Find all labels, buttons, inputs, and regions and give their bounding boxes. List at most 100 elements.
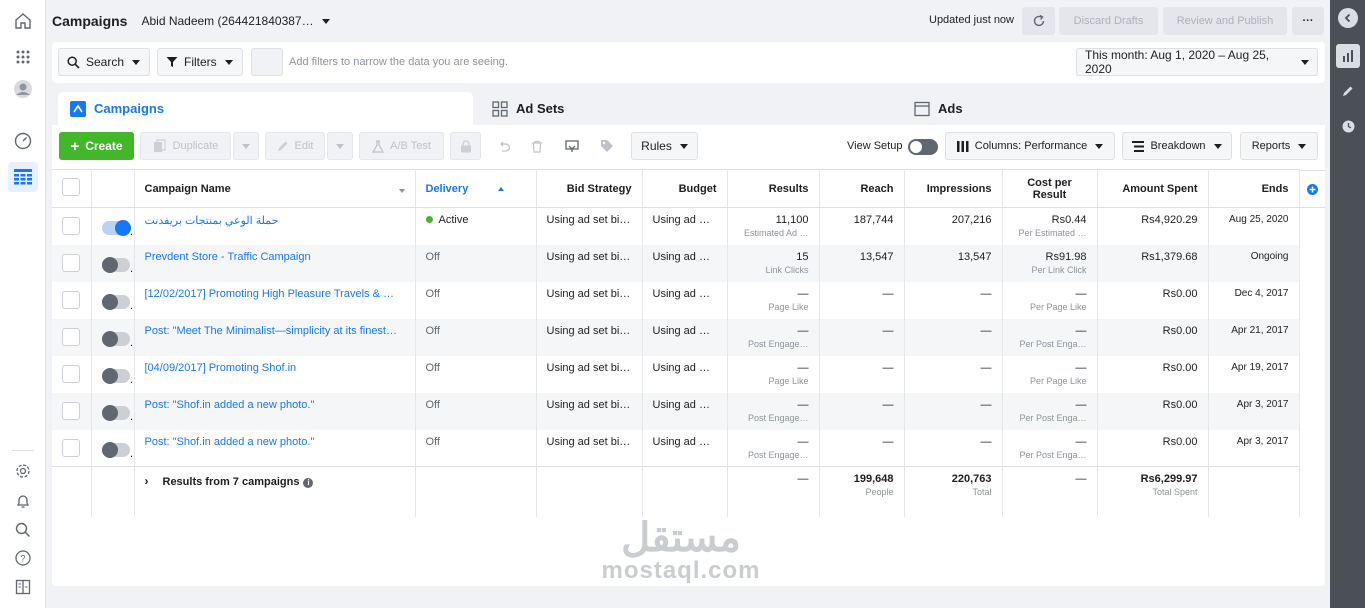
campaign-name-link[interactable]: Post: "Shof.in added a new photo." <box>145 436 315 448</box>
table-row[interactable]: حملة الوعي بمنتجات بريفدنت Active Using ad… <box>52 207 1300 245</box>
undo-button[interactable] <box>489 132 519 160</box>
trash-icon <box>532 140 542 153</box>
table-row[interactable]: [12/02/2017] Promoting High Pleasure Tra… <box>52 281 1300 319</box>
row-checkbox[interactable] <box>62 217 80 235</box>
edit-label: Edit <box>294 140 314 152</box>
preview-button[interactable] <box>557 132 587 160</box>
ab-test-button[interactable]: A/B Test <box>359 132 444 160</box>
collapse-panel-button[interactable] <box>1338 8 1358 28</box>
help-icon[interactable]: ? <box>8 543 38 573</box>
more-options-button[interactable]: ··· <box>1292 7 1324 35</box>
row-select-cell <box>52 207 92 245</box>
select-all-checkbox[interactable] <box>62 178 80 196</box>
row-checkbox[interactable] <box>62 401 80 420</box>
results-cell: — Page Like <box>727 355 820 393</box>
tab-ads[interactable]: Ads <box>902 92 1318 125</box>
campaign-name-link[interactable]: حملة الوعي بمنتجات بريفدنت <box>145 215 279 227</box>
view-setup-toggle[interactable] <box>908 139 938 155</box>
info-icon[interactable]: i <box>303 478 314 488</box>
history-panel-button[interactable] <box>1336 114 1360 138</box>
column-header-results[interactable]: Results <box>727 169 820 208</box>
duplicate-dropdown[interactable] <box>233 132 259 160</box>
edit-panel-button[interactable] <box>1336 79 1360 103</box>
campaign-on-off-toggle[interactable] <box>101 367 130 384</box>
results-value: 15 <box>796 250 809 263</box>
side-panel-toggle-icon[interactable] <box>8 572 38 602</box>
breakdown-button[interactable]: Breakdown <box>1122 132 1232 160</box>
chart-panel-button[interactable] <box>1336 44 1360 68</box>
row-checkbox[interactable] <box>62 364 80 383</box>
campaign-on-off-toggle[interactable] <box>101 441 130 458</box>
row-checkbox[interactable] <box>62 253 80 272</box>
campaign-on-off-toggle[interactable] <box>101 256 130 273</box>
chevron-right-icon[interactable]: › <box>145 474 149 488</box>
table-row[interactable]: Prevdent Store - Traffic Campaign Off Usin… <box>52 244 1300 282</box>
rules-button[interactable]: Rules <box>631 132 698 160</box>
column-header-campaign-name[interactable]: Campaign Name <box>134 169 416 208</box>
column-header-impressions[interactable]: Impressions <box>904 169 1003 208</box>
campaign-name-link[interactable]: [04/09/2017] Promoting Shof.in <box>145 362 297 374</box>
tab-ads-label: Ads <box>938 101 963 116</box>
home-icon[interactable] <box>8 6 38 36</box>
reach-cell: — <box>819 318 905 356</box>
campaign-on-off-toggle[interactable] <box>101 293 130 310</box>
reports-button[interactable]: Reports <box>1240 132 1318 160</box>
column-header-budget[interactable]: Budget <box>642 169 728 208</box>
ads-manager-table-icon[interactable] <box>8 162 38 192</box>
search-button[interactable]: Search <box>58 48 150 76</box>
campaign-name-cell: [04/09/2017] Promoting Shof.in <box>134 355 416 393</box>
table-row[interactable]: [04/09/2017] Promoting Shof.in Off Using a… <box>52 355 1300 393</box>
campaign-name-link[interactable]: Prevdent Store - Traffic Campaign <box>145 251 311 263</box>
date-range-picker[interactable]: This month: Aug 1, 2020 – Aug 25, 2020 <box>1076 48 1318 76</box>
table-row[interactable]: Post: "Shof.in added a new photo." Off Usi… <box>52 429 1300 467</box>
tag-button[interactable] <box>592 132 622 160</box>
table-row[interactable]: Post: "Meet The Minimalist—simplicity at… <box>52 318 1300 356</box>
discard-drafts-button[interactable]: Discard Drafts <box>1059 7 1158 35</box>
search-icon[interactable] <box>8 515 38 545</box>
totals-spacer <box>536 466 643 517</box>
campaign-name-link[interactable]: Post: "Meet The Minimalist—simplicity at… <box>145 325 398 337</box>
add-circle-icon <box>1306 183 1318 195</box>
table-row[interactable]: Post: "Shof.in added a new photo." Off Usi… <box>52 392 1300 430</box>
campaign-name-link[interactable]: Post: "Shof.in added a new photo." <box>145 399 315 411</box>
delete-button[interactable] <box>522 132 552 160</box>
campaign-on-off-toggle[interactable] <box>101 404 130 421</box>
column-header-reach[interactable]: Reach <box>819 169 905 208</box>
edit-dropdown[interactable] <box>327 132 353 160</box>
row-checkbox[interactable] <box>62 290 80 309</box>
totals-spacer <box>642 466 728 517</box>
column-header-cost-per-result[interactable]: Cost per Result <box>1002 169 1098 208</box>
account-selector[interactable]: Abid Nadeem (264421840387… <box>141 14 330 28</box>
filters-button[interactable]: Filters <box>157 48 243 76</box>
campaign-on-off-toggle[interactable] <box>101 220 131 236</box>
tab-campaigns[interactable]: Campaigns <box>58 92 473 125</box>
settings-gear-icon[interactable] <box>8 456 38 486</box>
column-header-bid-strategy[interactable]: Bid Strategy <box>536 169 643 208</box>
column-header-delivery[interactable]: Delivery <box>415 169 537 208</box>
campaign-on-off-toggle[interactable] <box>101 330 130 347</box>
lock-button[interactable] <box>450 132 481 160</box>
notifications-bell-icon[interactable] <box>8 486 38 516</box>
totals-impressions-cell: 220,763 Total <box>904 466 1003 517</box>
tab-ad-sets[interactable]: Ad Sets <box>480 92 895 125</box>
add-column-button[interactable] <box>1299 170 1325 208</box>
cost-per-result-cell: — Per Page Like <box>1002 281 1098 319</box>
row-checkbox[interactable] <box>62 327 80 346</box>
filter-input-box[interactable] <box>251 48 283 76</box>
refresh-button[interactable] <box>1022 7 1055 35</box>
create-button[interactable]: + Create <box>59 132 134 160</box>
edit-button[interactable]: Edit <box>265 132 325 160</box>
apps-grid-icon[interactable] <box>8 42 38 72</box>
clock-icon <box>1342 120 1354 132</box>
columns-button[interactable]: Columns: Performance <box>945 132 1115 160</box>
row-checkbox[interactable] <box>62 438 80 457</box>
campaign-name-link[interactable]: [12/02/2017] Promoting High Pleasure Tra… <box>145 288 394 300</box>
avatar[interactable] <box>8 74 38 104</box>
duplicate-button[interactable]: Duplicate <box>140 132 231 160</box>
column-header-amount-spent[interactable]: Amount Spent <box>1097 169 1209 208</box>
column-header-ends[interactable]: Ends <box>1208 169 1300 208</box>
review-publish-button[interactable]: Review and Publish <box>1163 7 1287 35</box>
dashboard-gauge-icon[interactable] <box>8 126 38 156</box>
cost-per-result-value: Rs0.44 <box>1051 214 1087 226</box>
reach-cell: 13,547 <box>819 244 905 282</box>
